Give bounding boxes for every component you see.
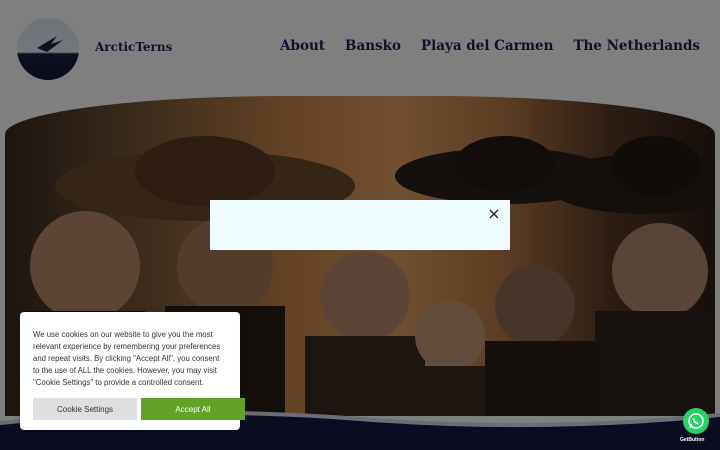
whatsapp-icon: [688, 413, 704, 429]
close-icon[interactable]: ×: [486, 206, 502, 222]
whatsapp-button[interactable]: [683, 408, 709, 434]
cookie-buttons: Cookie Settings Accept All: [33, 398, 245, 420]
accept-all-button[interactable]: Accept All: [141, 398, 245, 420]
getbutton-caption[interactable]: GetButton: [680, 437, 704, 443]
popup-modal: ×: [210, 200, 510, 250]
cookie-consent-text: We use cookies on our website to give yo…: [33, 330, 221, 387]
cookie-settings-button[interactable]: Cookie Settings: [33, 398, 137, 420]
cookie-consent-banner: We use cookies on our website to give yo…: [20, 312, 245, 430]
